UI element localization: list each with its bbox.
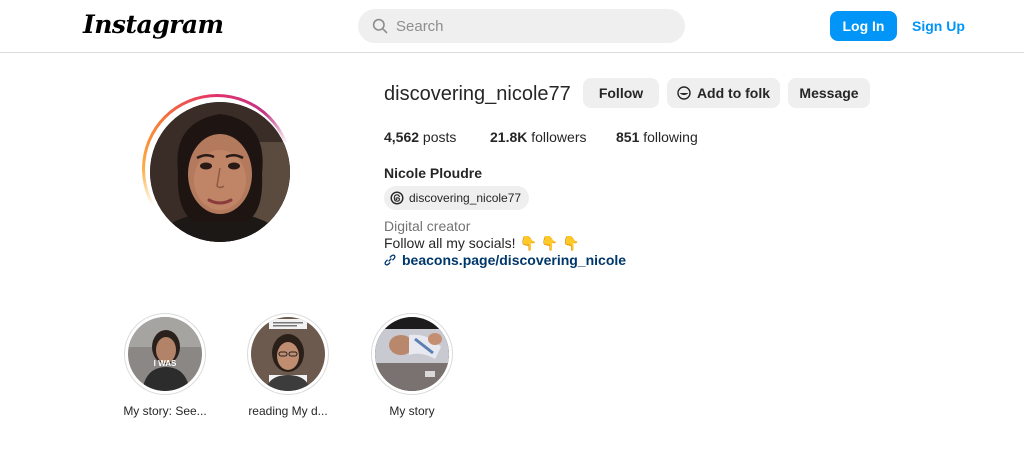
avatar-photo (150, 102, 290, 242)
profile-avatar[interactable] (142, 94, 292, 244)
profile-link-text: beacons.page/discovering_nicole (402, 252, 627, 268)
threads-badge[interactable]: discovering_nicole77 (384, 186, 530, 210)
highlight-cover-image (251, 317, 325, 391)
avatar-face-image (150, 102, 290, 242)
posts-count: 4,562 posts (384, 129, 457, 145)
search-input[interactable] (396, 17, 666, 35)
highlight-item[interactable]: reading My d... (247, 313, 329, 418)
highlight-item[interactable]: I WAS My story: See... (123, 313, 207, 418)
followers-count[interactable]: 21.8K followers (490, 129, 587, 145)
profile-username: discovering_nicole77 (384, 83, 571, 105)
instagram-logo[interactable]: Instagram (83, 10, 224, 39)
highlight-label: My story (389, 404, 435, 418)
highlight-cover: I WAS (128, 317, 202, 391)
link-icon (384, 254, 396, 266)
pointing-down-emoji: 👇 👇 👇 (519, 235, 580, 251)
message-button[interactable]: Message (788, 78, 870, 108)
highlight-cover-image: I WAS (128, 317, 202, 391)
highlight-item[interactable]: My story (371, 313, 453, 418)
profile-full-name: Nicole Ploudre (384, 165, 483, 181)
add-to-folk-button[interactable]: Add to folk (667, 78, 780, 108)
follow-button[interactable]: Follow (583, 78, 659, 108)
highlight-label: reading My d... (248, 404, 328, 418)
highlight-cover (251, 317, 325, 391)
profile-external-link[interactable]: beacons.page/discovering_nicole (384, 252, 626, 268)
search-icon (372, 18, 388, 34)
following-count[interactable]: 851 following (616, 129, 698, 145)
profile-category: Digital creator (384, 218, 471, 234)
highlight-overlay-text: I WAS (154, 359, 177, 368)
top-bar: Instagram Log In Sign Up (0, 0, 1024, 53)
signup-link[interactable]: Sign Up (912, 18, 965, 34)
profile-bio: Follow all my socials! 👇 👇 👇 (384, 235, 580, 251)
highlight-cover-image (375, 317, 449, 391)
threads-icon (390, 191, 404, 205)
highlight-ring (247, 313, 329, 395)
search-box[interactable] (358, 9, 685, 43)
add-to-folk-label: Add to folk (696, 85, 771, 101)
threads-handle: discovering_nicole77 (409, 191, 522, 205)
highlight-ring (371, 313, 453, 395)
folk-icon (677, 86, 691, 100)
highlight-cover (375, 317, 449, 391)
highlight-ring: I WAS (124, 313, 206, 395)
login-button[interactable]: Log In (830, 11, 897, 41)
highlight-label: My story: See... (123, 404, 207, 418)
